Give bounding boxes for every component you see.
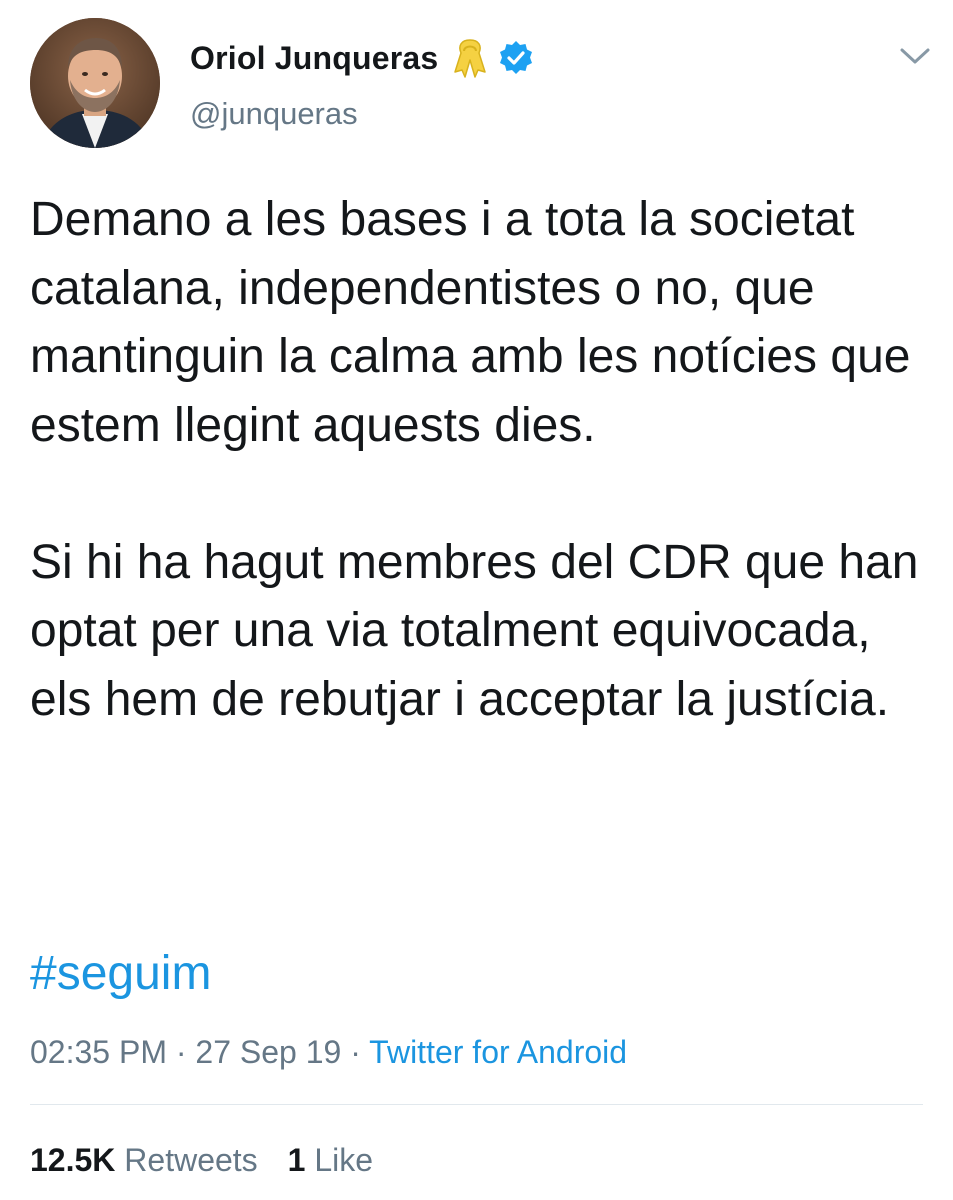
tweet-stats: 12.5K Retweets 1 Like	[30, 1138, 373, 1182]
tweet-paragraph-1: Demano a les bases i a tota la societat …	[30, 193, 911, 452]
avatar[interactable]	[30, 18, 160, 148]
meta-separator: ·	[166, 1034, 196, 1070]
tweet-time: 02:35 PM	[30, 1034, 167, 1070]
tweet-header: Oriol Junqueras @junqueras	[30, 18, 930, 150]
avatar-photo	[30, 18, 160, 148]
yellow-ribbon-icon	[450, 36, 490, 80]
hashtag-link[interactable]: #seguim	[30, 942, 211, 1006]
divider	[30, 1104, 923, 1105]
tweet-source-link[interactable]: Twitter for Android	[369, 1034, 627, 1070]
tweet-paragraph-2: Si hi ha hagut membres del CDR que han o…	[30, 535, 919, 726]
chevron-down-icon[interactable]	[898, 44, 932, 68]
retweets-stat[interactable]: 12.5K Retweets	[30, 1142, 258, 1178]
name-row: Oriol Junqueras	[190, 36, 534, 80]
tweet-text: Demano a les bases i a tota la societat …	[30, 186, 930, 734]
display-name[interactable]: Oriol Junqueras	[190, 40, 438, 77]
likes-stat[interactable]: 1 Like	[288, 1142, 373, 1178]
likes-count: 1	[287, 1142, 306, 1178]
tweet-card: Oriol Junqueras @junqueras Demano a les …	[0, 0, 953, 1200]
likes-label: Like	[314, 1142, 374, 1178]
meta-separator: ·	[341, 1034, 370, 1070]
retweets-label: Retweets	[124, 1142, 258, 1178]
tweet-date: 27 Sep 19	[195, 1034, 342, 1070]
tweet-meta: 02:35 PM · 27 Sep 19 · Twitter for Andro…	[30, 1030, 627, 1074]
user-handle[interactable]: @junqueras	[190, 96, 358, 132]
retweets-count: 12.5K	[30, 1142, 116, 1178]
verified-badge-icon	[498, 40, 534, 76]
